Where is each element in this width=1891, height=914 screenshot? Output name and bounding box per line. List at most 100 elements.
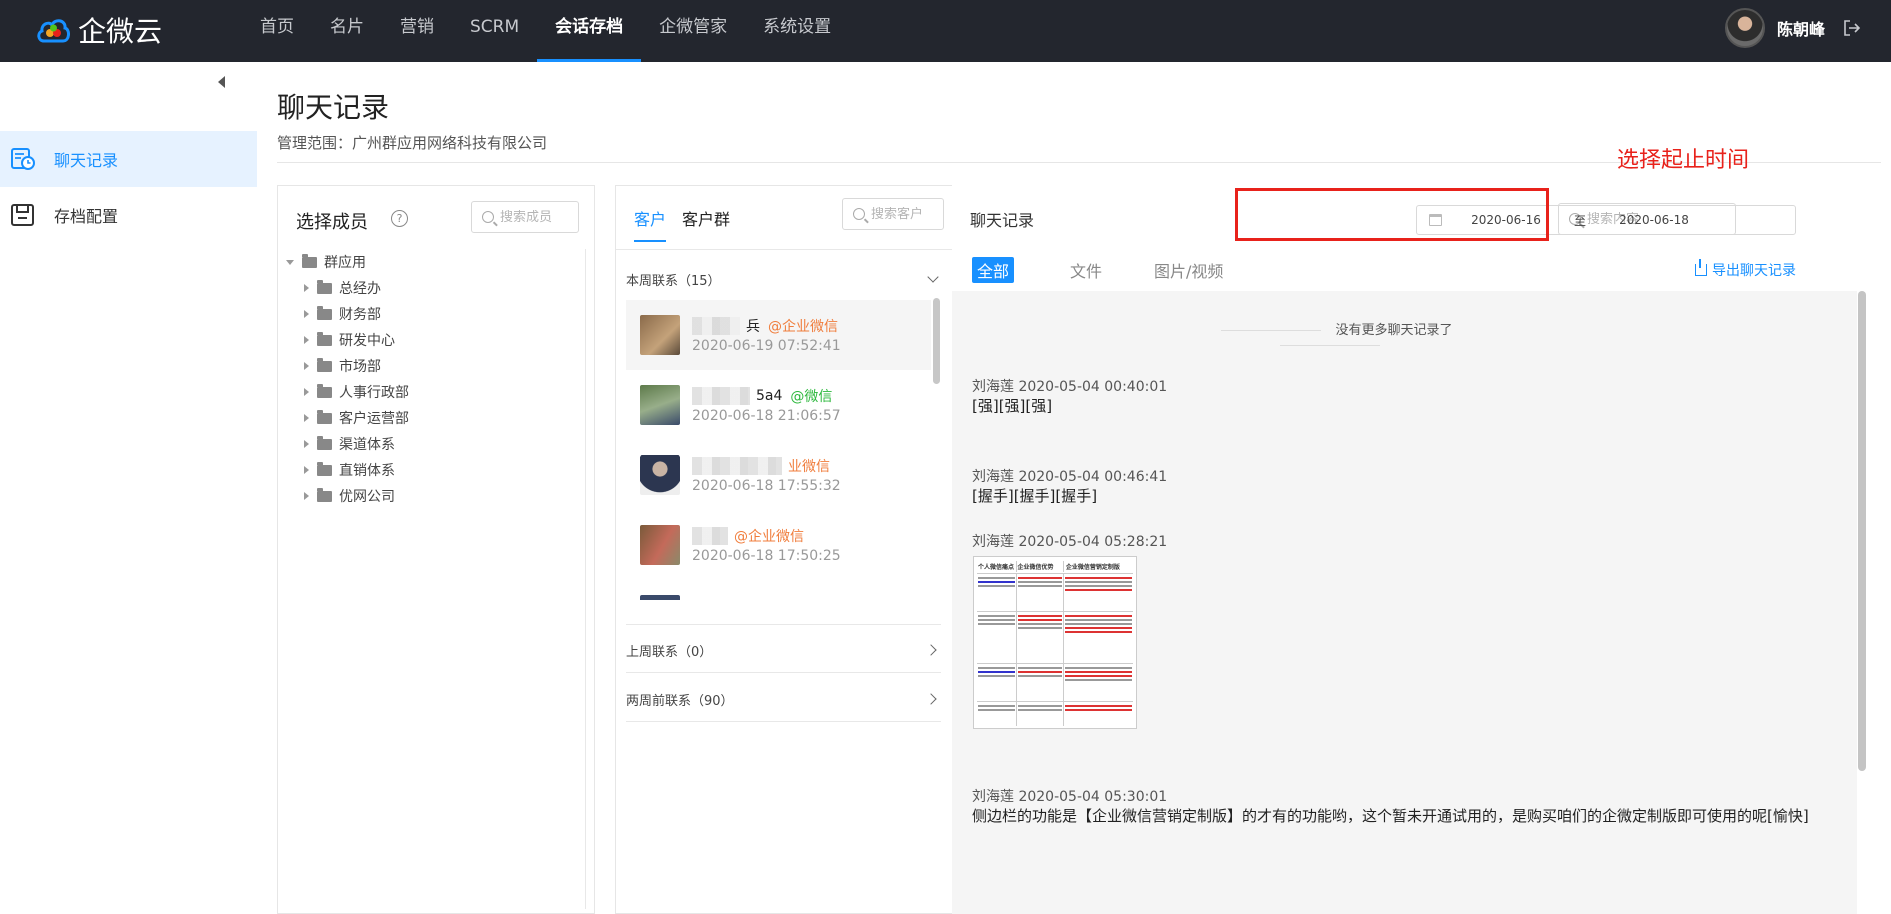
list-item[interactable]: [626, 580, 931, 600]
message-text: [强][强][强]: [972, 397, 1053, 415]
no-more-records: 没有更多聊天记录了: [1160, 319, 1500, 353]
list-item[interactable]: 5a4 @微信 2020-06-18 21:06:57: [626, 370, 931, 440]
tab-customers[interactable]: 客户: [634, 206, 667, 242]
contact-name: 5a4: [756, 388, 783, 404]
sidebar-item-archive-config[interactable]: 存档配置: [0, 187, 257, 243]
tree-node-label: 渠道体系: [339, 437, 395, 453]
collapse-sidebar-icon[interactable]: [218, 76, 225, 88]
help-icon[interactable]: ?: [391, 210, 408, 227]
member-search-input[interactable]: [500, 209, 578, 225]
nav-card[interactable]: 名片: [312, 0, 382, 62]
main-nav: 首页 名片 营销 SCRM 会话存档 企微管家 系统设置: [242, 0, 849, 62]
group-label: 两周前联系（90）: [626, 693, 734, 709]
search-icon: [853, 208, 865, 220]
contact-avatar: [640, 315, 680, 355]
message-text: [握手][握手][握手]: [972, 487, 1098, 505]
message-meta: 刘海莲 2020-05-04 00:46:41: [972, 469, 1168, 485]
contact-source-tag: 业微信: [788, 459, 830, 475]
contact-list: 兵 @企业微信 2020-06-19 07:52:41 5a4 @微信 2020…: [626, 300, 931, 600]
divider: [626, 672, 941, 673]
tree-node[interactable]: 研发中心: [286, 327, 586, 353]
avatar[interactable]: [1724, 8, 1765, 48]
export-chat-button[interactable]: 导出聊天记录: [1695, 259, 1796, 280]
contact-avatar: [640, 455, 680, 495]
tree-scrollbar[interactable]: [585, 249, 586, 909]
date-separator: 至: [1573, 213, 1586, 228]
tree-node[interactable]: 直销体系: [286, 457, 586, 483]
department-tree: 群应用 总经办 财务部 研发中心 市场部 人事行政部 客户运营部 渠道体系 直销…: [286, 249, 586, 509]
caret-right-icon[interactable]: [304, 336, 309, 344]
chat-scrollbar[interactable]: [1858, 291, 1866, 771]
message-image[interactable]: 个人微信痛点 企业微信优势 企业微信营销定制版: [973, 556, 1137, 729]
chat-filter-tabs: 全部 文件 图片/视频: [972, 257, 1275, 283]
tree-node-label: 总经办: [339, 281, 381, 297]
tab-customer-groups[interactable]: 客户群: [682, 206, 730, 242]
tree-node-label: 研发中心: [339, 333, 395, 349]
folder-icon: [317, 487, 332, 502]
tree-node[interactable]: 市场部: [286, 353, 586, 379]
tree-node-label: 市场部: [339, 359, 381, 375]
folder-icon: [302, 253, 317, 268]
tree-node-label: 优网公司: [339, 489, 395, 505]
top-navigation-bar: 企微云 首页 名片 营销 SCRM 会话存档 企微管家 系统设置 陈朝峰: [0, 0, 1891, 62]
folder-icon: [317, 279, 332, 294]
folder-icon: [317, 305, 332, 320]
caret-right-icon[interactable]: [304, 362, 309, 370]
list-item[interactable]: 业微信 2020-06-18 17:55:32: [626, 440, 931, 510]
tree-root[interactable]: 群应用: [286, 249, 586, 275]
caret-right-icon[interactable]: [304, 414, 309, 422]
tab-images-videos[interactable]: 图片/视频: [1154, 258, 1223, 282]
user-name[interactable]: 陈朝峰: [1777, 16, 1825, 40]
divider: [626, 624, 941, 625]
logout-icon[interactable]: [1843, 19, 1861, 37]
tree-node[interactable]: 优网公司: [286, 483, 586, 509]
caret-right-icon[interactable]: [304, 388, 309, 396]
folder-icon: [317, 461, 332, 476]
tree-node[interactable]: 人事行政部: [286, 379, 586, 405]
tree-node[interactable]: 渠道体系: [286, 431, 586, 457]
nav-session-archive[interactable]: 会话存档: [537, 0, 642, 62]
image-header-cell: 企业微信营销定制版: [1065, 564, 1120, 571]
member-panel-title: 选择成员: [296, 212, 368, 233]
caret-right-icon[interactable]: [304, 466, 309, 474]
nav-home[interactable]: 首页: [242, 0, 312, 62]
end-date[interactable]: 2020-06-18: [1590, 213, 1718, 227]
sidebar-item-chat-records[interactable]: 聊天记录: [0, 131, 257, 187]
nav-wework-manager[interactable]: 企微管家: [641, 0, 745, 62]
nav-marketing[interactable]: 营销: [382, 0, 452, 62]
nav-scrm[interactable]: SCRM: [452, 0, 537, 62]
caret-right-icon[interactable]: [304, 492, 309, 500]
logo[interactable]: 企微云: [36, 10, 162, 50]
member-panel: 选择成员 ? 群应用 总经办 财务部 研发中心 市场部 人事行政部 客户运营部 …: [277, 185, 595, 914]
caret-right-icon[interactable]: [304, 440, 309, 448]
sidebar: 聊天记录 存档配置: [0, 62, 257, 914]
customer-search-input[interactable]: [871, 206, 943, 222]
chevron-down-icon: [927, 271, 939, 283]
caret-right-icon[interactable]: [304, 310, 309, 318]
list-item[interactable]: @企业微信 2020-06-18 17:50:25: [626, 510, 931, 580]
tab-files[interactable]: 文件: [1070, 258, 1102, 282]
tree-node[interactable]: 总经办: [286, 275, 586, 301]
chat-message-area: 没有更多聊天记录了 刘海莲 2020-05-04 00:40:01 [强][强]…: [952, 291, 1857, 914]
tree-node[interactable]: 财务部: [286, 301, 586, 327]
caret-down-icon[interactable]: [286, 259, 294, 265]
list-item[interactable]: 兵 @企业微信 2020-06-19 07:52:41: [626, 300, 931, 370]
nav-system-settings[interactable]: 系统设置: [745, 0, 849, 62]
sidebar-item-label: 聊天记录: [54, 151, 119, 170]
customer-search[interactable]: [842, 198, 944, 230]
contact-list-scrollbar[interactable]: [933, 298, 940, 384]
group-last-week[interactable]: 上周联系（0）: [626, 638, 941, 662]
contact-time: 2020-06-19 07:52:41: [692, 338, 841, 354]
caret-right-icon[interactable]: [304, 284, 309, 292]
chevron-right-icon: [925, 693, 937, 705]
group-label: 本周联系（15）: [626, 273, 721, 289]
message-meta: 刘海莲 2020-05-04 00:40:01: [972, 379, 1168, 395]
group-two-weeks-ago[interactable]: 两周前联系（90）: [626, 687, 941, 711]
tab-all[interactable]: 全部: [972, 257, 1015, 283]
folder-icon: [317, 435, 332, 450]
message-text: 侧边栏的功能是【企业微信营销定制版】的才有的功能哟，这个暂未开通试用的，是购买咱…: [972, 807, 1809, 825]
tree-node[interactable]: 客户运营部: [286, 405, 586, 431]
member-search[interactable]: [471, 201, 579, 233]
contact-name: 兵: [746, 319, 760, 335]
group-this-week[interactable]: 本周联系（15）: [626, 267, 941, 291]
